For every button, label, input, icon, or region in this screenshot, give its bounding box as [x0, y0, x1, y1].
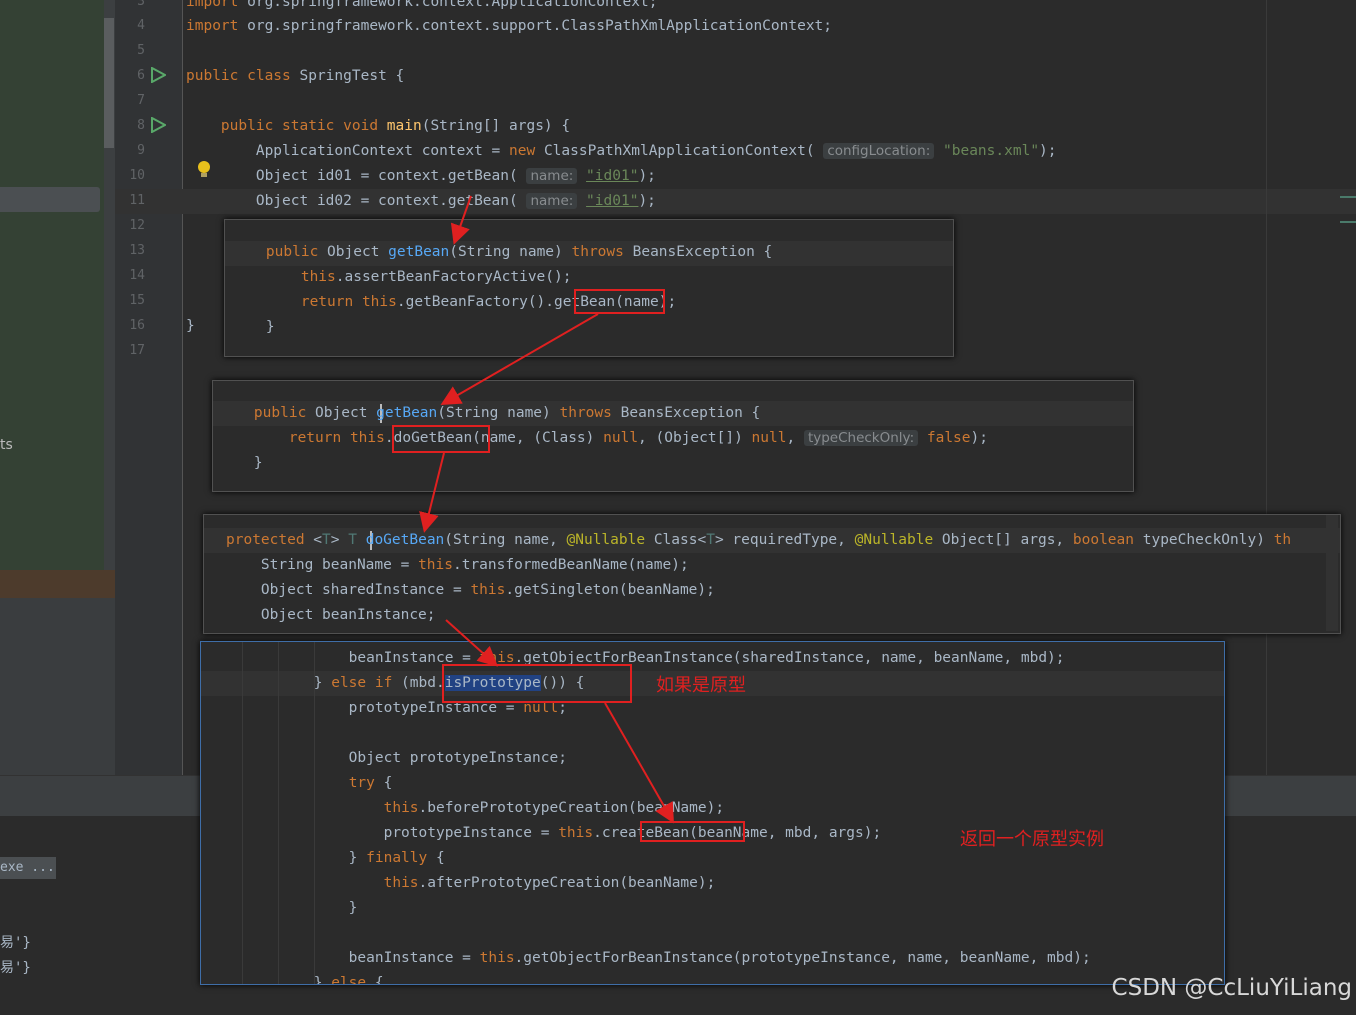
arrow: [450, 195, 472, 245]
annotation-arrows: [419, 195, 674, 824]
annotation-return-instance: 返回一个原型实例: [960, 829, 1104, 850]
annotation-prototype: 如果是原型: [656, 675, 746, 696]
arrow: [440, 313, 599, 406]
arrow: [604, 702, 674, 824]
arrow: [419, 452, 445, 533]
arrow: [445, 619, 498, 667]
watermark: CSDN @CcLiuYiLiang: [1111, 975, 1352, 1001]
